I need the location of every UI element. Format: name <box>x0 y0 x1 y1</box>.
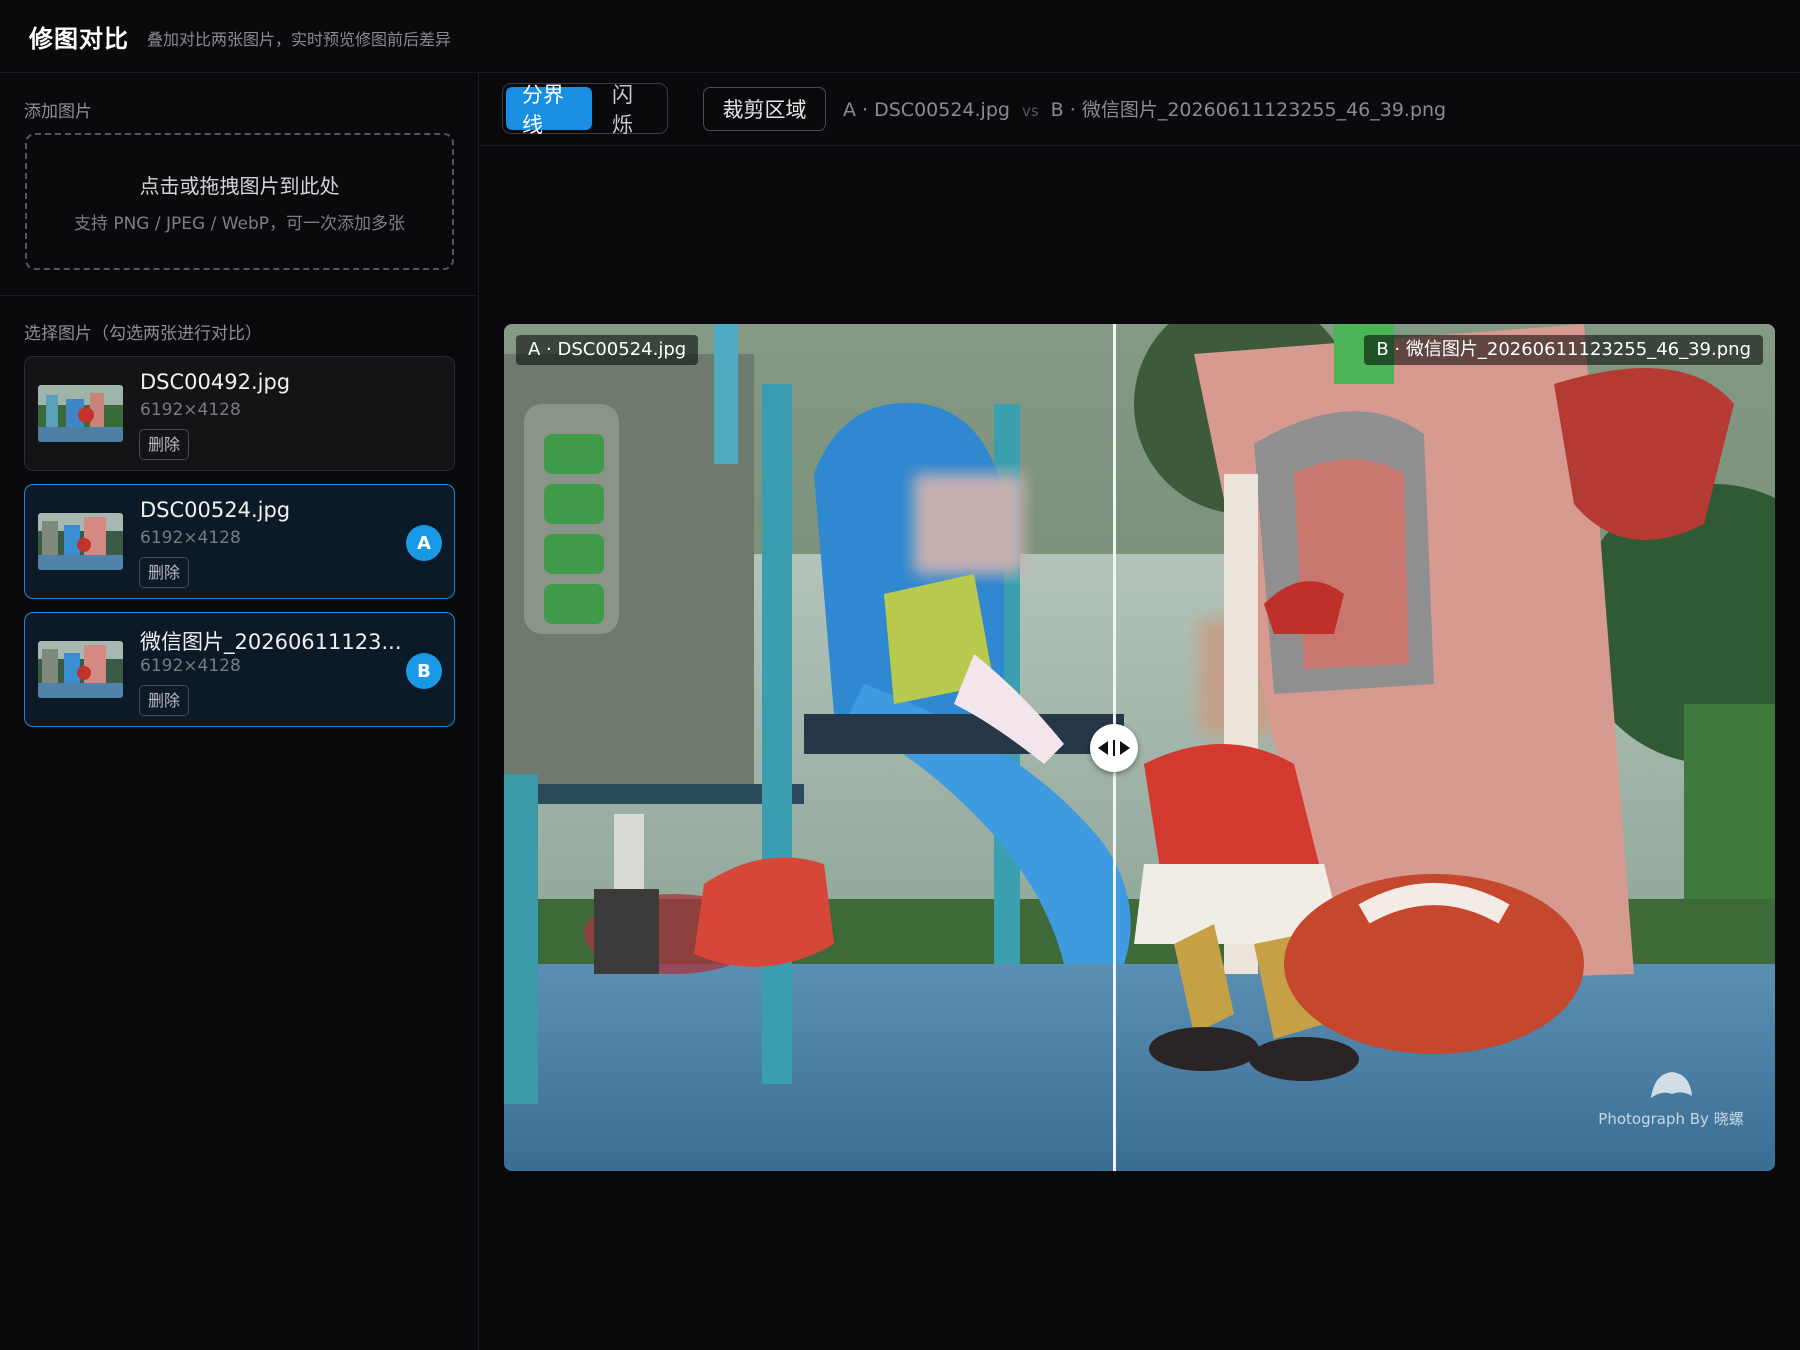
compare-toolbar: 分界线 闪烁 裁剪区域 A · DSC00524.jpg vs B · 微信图片_2… <box>479 73 1800 146</box>
file-thumbnail <box>38 513 123 570</box>
file-card-selected-b[interactable]: 微信图片_20260611123... 6192×4128 删除 B <box>24 612 455 727</box>
mode-flicker-button[interactable]: 闪烁 <box>596 83 664 137</box>
compare-vs: vs <box>1021 102 1039 120</box>
file-dimensions: 6192×4128 <box>140 400 241 420</box>
sidebar-divider <box>0 295 479 296</box>
dropzone-title: 点击或拖拽图片到此处 <box>139 173 340 198</box>
drag-arrows-icon <box>1098 740 1131 756</box>
compare-viewer[interactable]: A · DSC00524.jpg B · 微信图片_20260611123255… <box>504 324 1775 1171</box>
select-images-label: 选择图片（勾选两张进行对比） <box>24 324 262 344</box>
delete-button[interactable]: 删除 <box>139 685 190 716</box>
delete-button[interactable]: 删除 <box>139 557 190 588</box>
viewer-label-b: B · 微信图片_20260611123255_46_39.png <box>1364 335 1763 365</box>
watermark-text: Photograph By 晓螺 <box>1598 1110 1744 1128</box>
dropzone-hint: 支持 PNG / JPEG / WebP，可一次添加多张 <box>73 213 406 234</box>
photographer-watermark: Photograph By 晓螺 <box>1596 1068 1746 1129</box>
app-subtitle: 叠加对比两张图片，实时预览修图前后差异 <box>147 29 452 49</box>
mode-split-button[interactable]: 分界线 <box>506 83 592 137</box>
compare-image <box>504 324 1775 1171</box>
mode-switch: 分界线 闪烁 <box>502 83 668 137</box>
file-thumbnail <box>38 641 123 698</box>
crop-region-button[interactable]: 裁剪区域 <box>703 87 826 131</box>
file-card[interactable]: DSC00492.jpg 6192×4128 删除 <box>24 356 455 471</box>
file-name: DSC00492.jpg <box>140 370 291 394</box>
sidebar: 添加图片 点击或拖拽图片到此处 支持 PNG / JPEG / WebP，可一次… <box>0 73 479 1350</box>
compare-info: A · DSC00524.jpg vs B · 微信图片_2026061112325… <box>843 95 1446 122</box>
slot-badge-a: A <box>406 525 442 561</box>
compare-a-name: A · DSC00524.jpg <box>843 99 1010 121</box>
file-card-selected-a[interactable]: DSC00524.jpg 6192×4128 删除 A <box>24 484 455 599</box>
file-dimensions: 6192×4128 <box>140 528 241 548</box>
add-images-label: 添加图片 <box>24 102 92 122</box>
slot-badge-b: B <box>406 653 442 689</box>
file-dimensions: 6192×4128 <box>140 656 241 676</box>
app-header: 修图对比 叠加对比两张图片，实时预览修图前后差异 <box>0 0 1800 73</box>
upload-dropzone[interactable]: 点击或拖拽图片到此处 支持 PNG / JPEG / WebP，可一次添加多张 <box>25 133 454 270</box>
compare-b-name: B · 微信图片_20260611123255_46_39.png <box>1050 99 1447 121</box>
app-title: 修图对比 <box>29 24 129 53</box>
file-name: DSC00524.jpg <box>140 498 291 522</box>
file-thumbnail <box>38 385 123 442</box>
split-drag-handle[interactable] <box>1090 724 1139 772</box>
delete-button[interactable]: 删除 <box>139 429 190 460</box>
file-name: 微信图片_20260611123... <box>140 630 402 654</box>
viewer-label-a: A · DSC00524.jpg <box>516 335 699 365</box>
watermark-logo-icon <box>1651 1072 1692 1098</box>
